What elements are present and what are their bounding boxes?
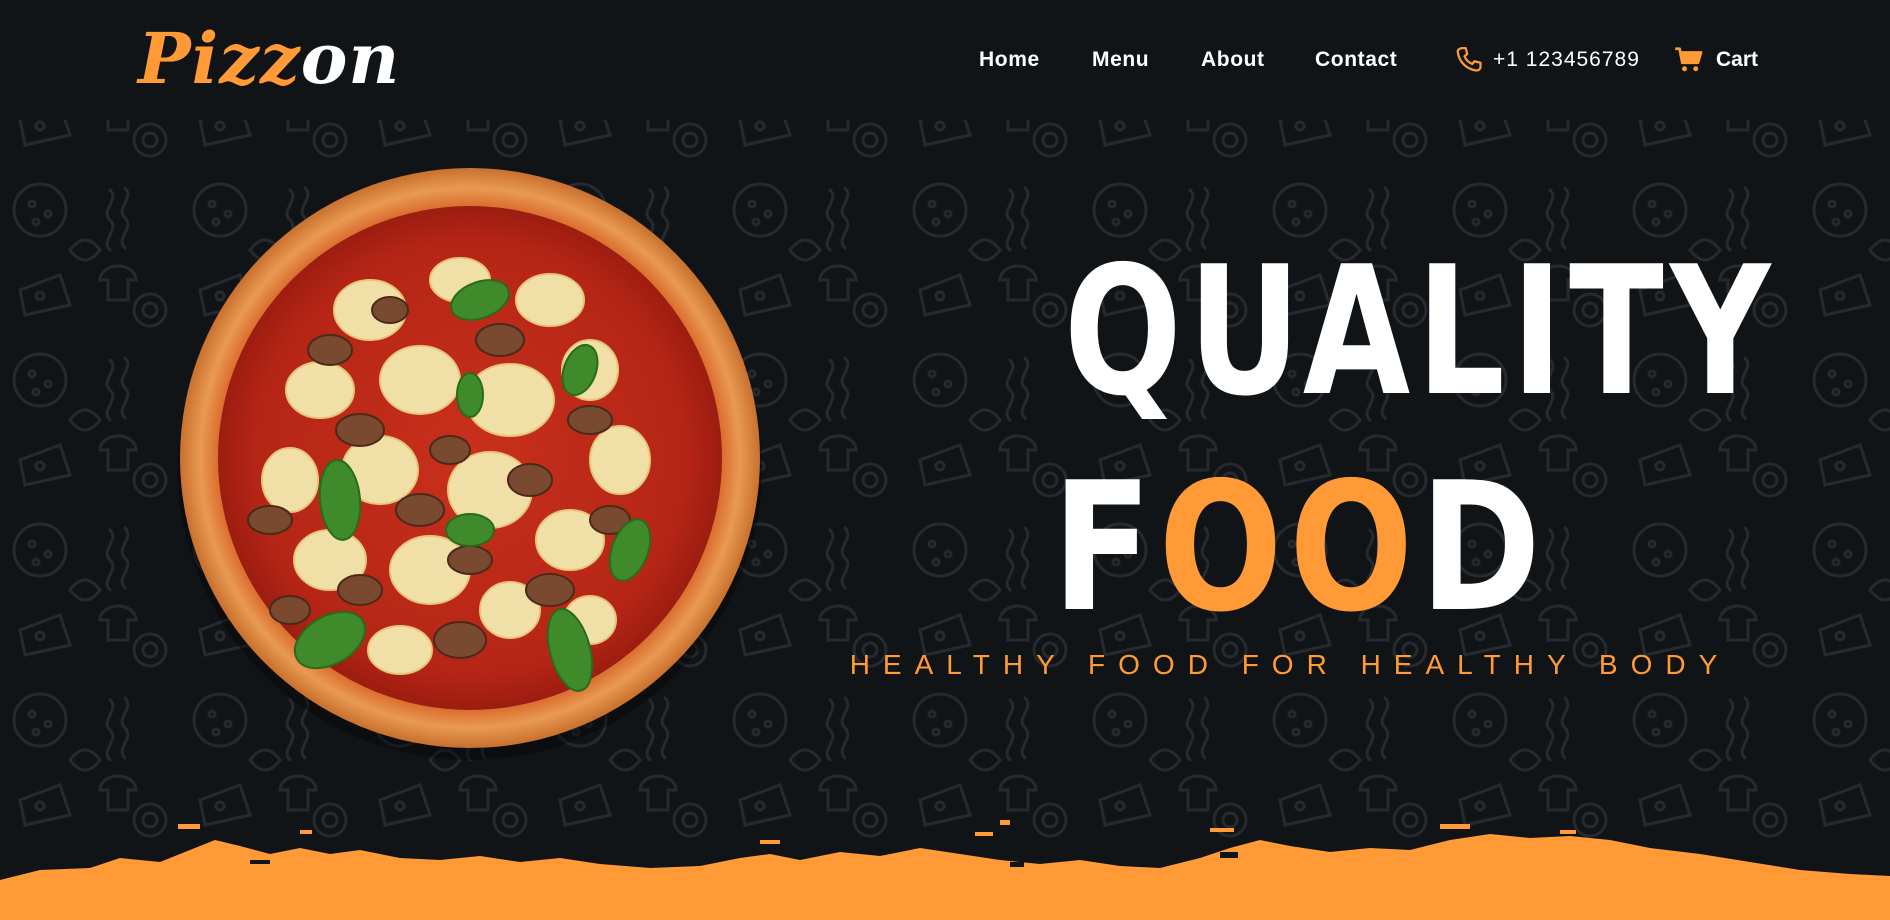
nav-contact-link[interactable]: Contact <box>1315 44 1397 76</box>
phone-icon <box>1456 47 1482 72</box>
brand-logo[interactable]: Pizzon <box>138 14 400 104</box>
logo-text-part2: on <box>300 17 401 100</box>
brush-stroke-divider <box>0 820 1890 920</box>
nav-menu-link[interactable]: Menu <box>1092 44 1149 76</box>
cart-button[interactable]: Cart <box>1674 42 1758 78</box>
header: Pizzon Home Menu About Contact +1 123456… <box>0 0 1890 120</box>
hero-tagline: HEALTHY FOOD FOR HEALTHY BODY <box>849 649 1731 680</box>
pizza-image <box>178 168 762 760</box>
hero-headline-line1: QUALITY <box>1063 228 1777 435</box>
logo-text-part1: Pizz <box>138 17 301 100</box>
phone-number[interactable]: +1 123456789 <box>1493 44 1640 76</box>
headline-letter-f: F <box>1052 444 1159 651</box>
nav-about-link[interactable]: About <box>1201 44 1265 76</box>
cart-label: Cart <box>1716 48 1759 71</box>
headline-letter-d: D <box>1419 444 1548 651</box>
cart-icon <box>1675 47 1703 72</box>
nav-home-link[interactable]: Home <box>979 44 1040 76</box>
headline-accent-oo: OO <box>1158 444 1420 651</box>
hero-headline-line2: FOOD <box>1052 448 1541 648</box>
